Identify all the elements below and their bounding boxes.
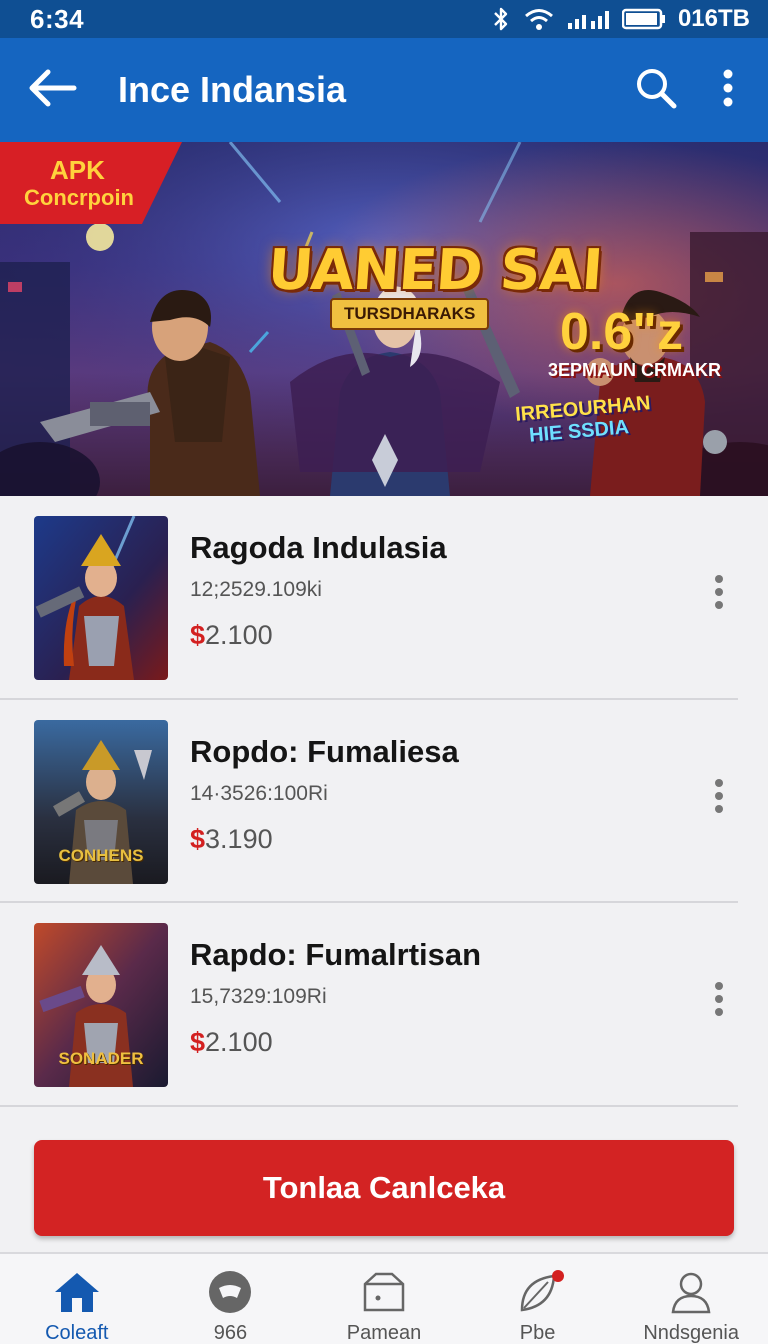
notification-dot [551, 1270, 564, 1282]
currency-symbol: $ [190, 1027, 206, 1057]
bluetooth-icon [490, 6, 512, 32]
game-logo-subtitle: TURSDHARAKS [330, 298, 490, 330]
more-vertical-icon [714, 981, 724, 1022]
item-price: $2.100 [190, 1027, 273, 1058]
price-value: 2.100 [205, 1027, 273, 1057]
item-thumbnail-label: SONADER [58, 1049, 144, 1068]
item-name: Rapdo: Fumalrtisan [190, 937, 482, 972]
hero-banner[interactable]: APK Concrpoin 0.6"z 3EPMAUN CRMAKR UANED… [0, 142, 768, 496]
item-more-button[interactable] [704, 979, 734, 1023]
product-list: Ragoda Indulasia 12;2529.109ki $2.100 CO… [0, 496, 768, 1107]
banner-price: 0.6"z [560, 303, 683, 361]
nav-label: 966 [213, 1322, 248, 1344]
wifi-icon [524, 7, 554, 31]
item-thumbnail: CONHENS [34, 720, 168, 884]
nav-item-pamean[interactable]: Pamean [307, 1254, 461, 1344]
status-storage-text: 016TB [677, 5, 750, 32]
apk-tag-line1: APK [50, 155, 105, 185]
item-name: Ropdo: Fumaliesa [190, 734, 459, 769]
list-item[interactable]: Ragoda Indulasia 12;2529.109ki $2.100 [0, 496, 738, 700]
price-value: 3.190 [205, 824, 273, 854]
more-vertical-icon [714, 574, 724, 615]
list-item[interactable]: CONHENS Ropdo: Fumaliesa 14·3526:100Ri $… [0, 700, 738, 903]
overflow-menu-button[interactable] [688, 38, 768, 142]
nav-item-home[interactable]: Coleaft [0, 1254, 154, 1344]
search-button[interactable] [624, 38, 688, 142]
back-button[interactable] [0, 38, 104, 142]
status-time: 6:34 [30, 3, 85, 34]
nav-item-profile[interactable]: Nndsgenia [614, 1254, 768, 1344]
more-vertical-icon [722, 68, 734, 113]
nav-label: Pamean [346, 1322, 422, 1344]
item-name: Ragoda Indulasia [190, 530, 447, 565]
item-thumbnail [34, 516, 168, 680]
home-icon [53, 1270, 101, 1314]
more-vertical-icon [714, 778, 724, 819]
nav-label: Coleaft [45, 1322, 109, 1344]
status-icons: 016TB [490, 5, 750, 33]
item-meta: 14·3526:100Ri [190, 782, 328, 805]
battery-icon [621, 7, 666, 31]
nav-item-pbe[interactable]: Pbe [461, 1254, 615, 1344]
item-meta: 12;2529.109ki [190, 578, 322, 601]
item-more-button[interactable] [704, 572, 734, 616]
price-value: 2.100 [205, 620, 273, 650]
bottom-navigation: Coleaft 966 Pamean Pbe Nndsgenia [0, 1252, 768, 1344]
currency-symbol: $ [190, 824, 206, 854]
nav-label: Pbe [519, 1322, 556, 1344]
nav-item-games[interactable]: 966 [154, 1254, 308, 1344]
item-thumbnail-label: CONHENS [58, 846, 144, 865]
leaf-icon [518, 1270, 564, 1314]
folder-icon [362, 1270, 406, 1314]
item-more-button[interactable] [704, 776, 734, 820]
game-controller-icon [207, 1270, 253, 1314]
signal-icon [566, 7, 610, 31]
arrow-left-icon [26, 68, 78, 113]
app-bar: Ince Indansia [0, 38, 768, 142]
search-icon [634, 66, 678, 115]
item-meta: 15,7329:109Ri [190, 985, 327, 1008]
item-price: $2.100 [190, 620, 273, 651]
item-price: $3.190 [190, 824, 273, 855]
primary-cta-button[interactable]: Tonlaa Canlceka [34, 1140, 734, 1236]
user-icon [669, 1270, 713, 1314]
list-item[interactable]: SONADER Rapdo: Fumalrtisan 15,7329:109Ri… [0, 903, 738, 1107]
banner-price-subtitle: 3EPMAUN CRMAKR [548, 360, 722, 380]
nav-label: Nndsgenia [643, 1322, 739, 1344]
status-bar: 6:34 016TB [0, 0, 768, 38]
currency-symbol: $ [190, 620, 206, 650]
game-logo: UANED SAI [265, 238, 604, 303]
item-thumbnail: SONADER [34, 923, 168, 1087]
page-title: Ince Indansia [118, 69, 347, 110]
